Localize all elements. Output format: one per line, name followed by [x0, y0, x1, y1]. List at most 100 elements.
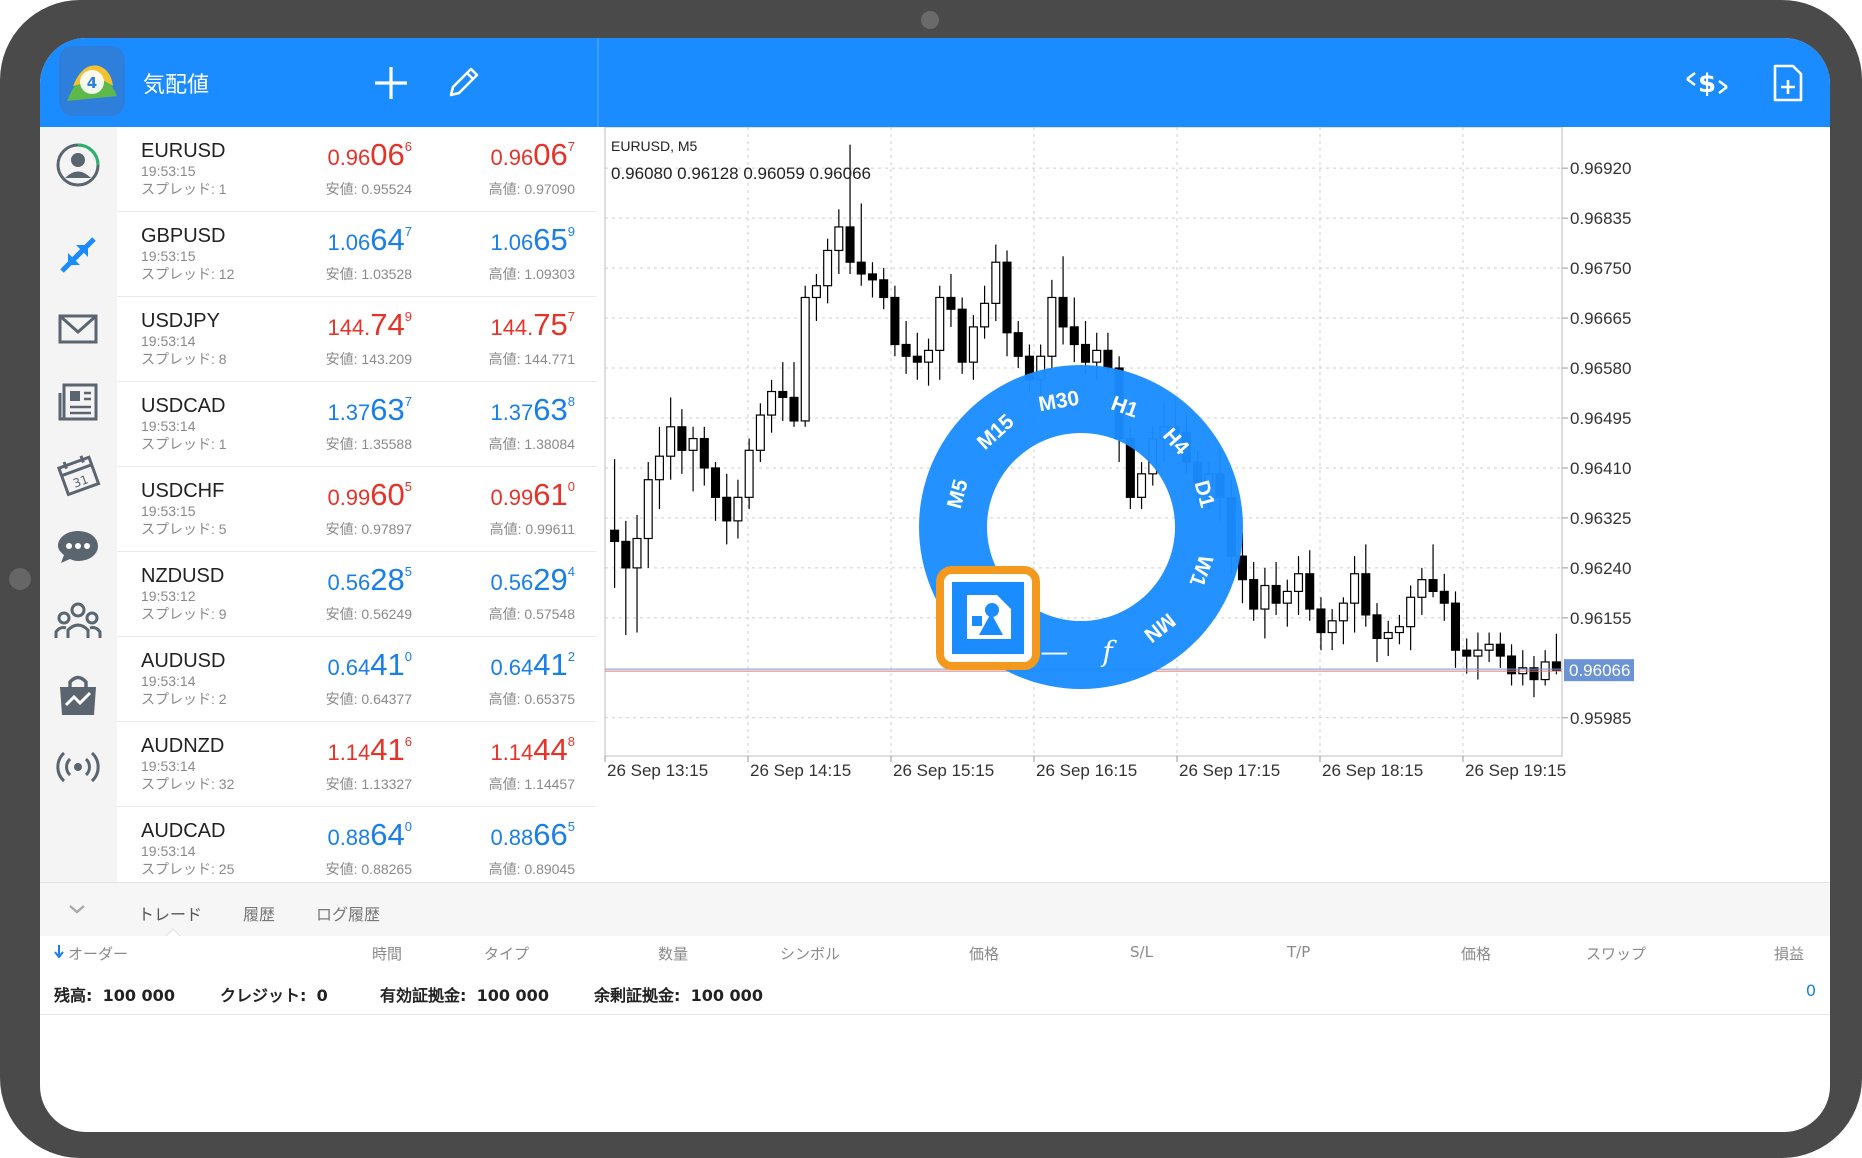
candle-body [1428, 579, 1438, 593]
candle-body [632, 537, 642, 569]
sidebar-item-mail[interactable] [50, 300, 106, 356]
candle-body [767, 390, 777, 416]
edit-button[interactable] [436, 56, 490, 110]
tab-history[interactable]: 履歴 [243, 901, 275, 925]
candle-body [901, 343, 911, 357]
col-profit[interactable]: 損益 [1774, 943, 1804, 964]
quote-time: 19:53:15 [141, 248, 196, 264]
y-tick-label: 0.96580 [1570, 359, 1631, 378]
ask-price: 0.56294 [490, 562, 575, 597]
sidebar-item-calendar[interactable]: 31 [50, 446, 106, 502]
quote-row[interactable]: EURUSD 19:53:15 スプレッド: 1 0.96066 0.96067 安値: … [117, 127, 597, 212]
sort-arrow-icon[interactable] [54, 943, 64, 963]
ask-price: 144.757 [490, 307, 575, 342]
chart-area[interactable]: 0.96920 0.96835 0.96750 0.96665 0.96580 0.964… [599, 126, 1830, 882]
candle-body [980, 302, 990, 328]
sidebar-item-community[interactable] [50, 592, 106, 648]
svg-text:4: 4 [87, 74, 97, 92]
col-type[interactable]: タイプ [484, 943, 529, 964]
candle-body [1383, 631, 1393, 640]
quote-row[interactable]: AUDCAD 19:53:14 スプレッド: 25 0.88640 0.88665 安値:… [117, 807, 597, 892]
positions-table-header: オーダー 時間 タイプ 数量 シンボル 価格 S/L T/P 価格 スワップ 損… [40, 936, 1830, 971]
quote-row[interactable]: USDCAD 19:53:14 スプレッド: 1 1.37637 1.37638 安値: … [117, 382, 597, 467]
quote-row[interactable]: USDCHF 19:53:15 スプレッド: 5 0.99605 0.99610 安値: … [117, 467, 597, 552]
candle-body [722, 496, 732, 522]
y-tick-label: 0.96155 [1570, 609, 1631, 628]
quote-row[interactable]: AUDUSD 19:53:14 スプレッド: 2 0.64410 0.64412 安値: … [117, 637, 597, 722]
ask-price: 1.37638 [490, 392, 575, 427]
quote-time: 19:53:14 [141, 843, 196, 859]
col-volume[interactable]: 数量 [658, 943, 688, 964]
new-order-button[interactable] [1760, 56, 1814, 110]
quote-row[interactable]: USDJPY 19:53:14 スプレッド: 8 144.749 144.757 安値: … [117, 297, 597, 382]
col-current-price[interactable]: 価格 [1461, 943, 1491, 964]
app-logo-icon[interactable]: 4 [59, 46, 125, 116]
quote-time: 19:53:15 [141, 163, 196, 179]
tab-journal[interactable]: ログ履歴 [316, 901, 380, 925]
x-tick-label: 26 Sep 13:15 [607, 761, 708, 780]
bid-price: 0.88640 [327, 817, 412, 852]
chat-icon [58, 531, 98, 563]
quote-time: 19:53:14 [141, 758, 196, 774]
chart-ohlc-label: 0.96080 0.96128 0.96059 0.96066 [611, 164, 871, 183]
quote-symbol: AUDUSD [141, 650, 226, 672]
topbar-divider [597, 38, 599, 127]
quote-row[interactable]: AUDNZD 19:53:14 スプレッド: 32 1.14416 1.14448 安値:… [117, 722, 597, 807]
terminal-tabs: トレード 履歴 ログ履歴 [40, 882, 1830, 937]
y-tick-label: 0.96750 [1570, 259, 1631, 278]
side-button [9, 568, 31, 590]
col-sl[interactable]: S/L [1130, 943, 1153, 961]
tab-trade[interactable]: トレード [138, 901, 202, 925]
quote-row[interactable]: GBPUSD 19:53:15 スプレッド: 12 1.06647 1.06659 安値:… [117, 212, 597, 297]
candle-body [890, 296, 900, 346]
candle-body [800, 296, 810, 422]
trade-button[interactable]: $ [1680, 56, 1734, 110]
dollar-exchange-icon: $ [1686, 69, 1728, 99]
quote-time: 19:53:12 [141, 588, 196, 604]
calendar-icon: 31 [56, 455, 101, 497]
sidebar-item-news[interactable] [50, 373, 106, 429]
add-symbol-button[interactable] [364, 56, 418, 110]
candle-body [755, 414, 765, 451]
quote-low: 安値: 1.35588 [325, 436, 412, 452]
col-order[interactable]: オーダー [68, 943, 128, 964]
sidebar-item-quotes[interactable] [50, 227, 106, 283]
bid-price: 1.37637 [327, 392, 412, 427]
chevron-down-icon[interactable] [65, 897, 89, 921]
candle-body [1495, 643, 1505, 657]
candle-body [1069, 326, 1079, 346]
quote-row[interactable]: NZDUSD 19:53:12 スプレッド: 9 0.56285 0.56294 安値: … [117, 552, 597, 637]
quote-spread: スプレッド: 2 [141, 691, 227, 707]
col-open-price[interactable]: 価格 [969, 943, 999, 964]
candle-body [1338, 602, 1348, 622]
quote-symbol: USDCHF [141, 480, 225, 502]
candle-body [677, 426, 687, 451]
col-swap[interactable]: スワップ [1586, 943, 1646, 964]
sidebar-item-market[interactable] [50, 667, 106, 723]
screen: 4 気配値 $ 31 EURUSD 19:53:15 スプレッド: 1 0.96… [40, 38, 1830, 1132]
quote-high: 高値: 0.65375 [488, 691, 575, 707]
quote-spread: スプレッド: 1 [141, 181, 227, 197]
candlestick-chart[interactable]: 0.96920 0.96835 0.96750 0.96665 0.96580 0.964… [599, 126, 1830, 882]
sidebar-item-account[interactable] [50, 137, 106, 193]
quote-time: 19:53:14 [141, 333, 196, 349]
candle-body [1406, 596, 1416, 628]
col-tp[interactable]: T/P [1287, 943, 1310, 961]
quote-symbol: USDCAD [141, 395, 226, 417]
sidebar-item-chat[interactable] [50, 519, 106, 575]
bid-price: 0.99605 [327, 477, 412, 512]
quote-high: 高値: 0.57548 [488, 606, 575, 622]
bid-price: 1.14416 [327, 732, 412, 767]
col-symbol[interactable]: シンボル [780, 943, 840, 964]
x-tick-label: 26 Sep 19:15 [1465, 761, 1566, 780]
quote-high: 高値: 1.14457 [488, 776, 575, 792]
col-time[interactable]: 時間 [372, 943, 402, 964]
sidebar-item-signals[interactable] [50, 739, 106, 795]
balance-summary: 残高: 100 000 [54, 986, 175, 1005]
candle-body [1237, 555, 1247, 581]
line-tool[interactable]: — [1040, 635, 1068, 668]
document-plus-icon [1773, 64, 1803, 102]
quote-symbol: AUDCAD [141, 820, 226, 842]
candle-body [1103, 349, 1113, 369]
signal-broadcast-icon [56, 751, 100, 783]
